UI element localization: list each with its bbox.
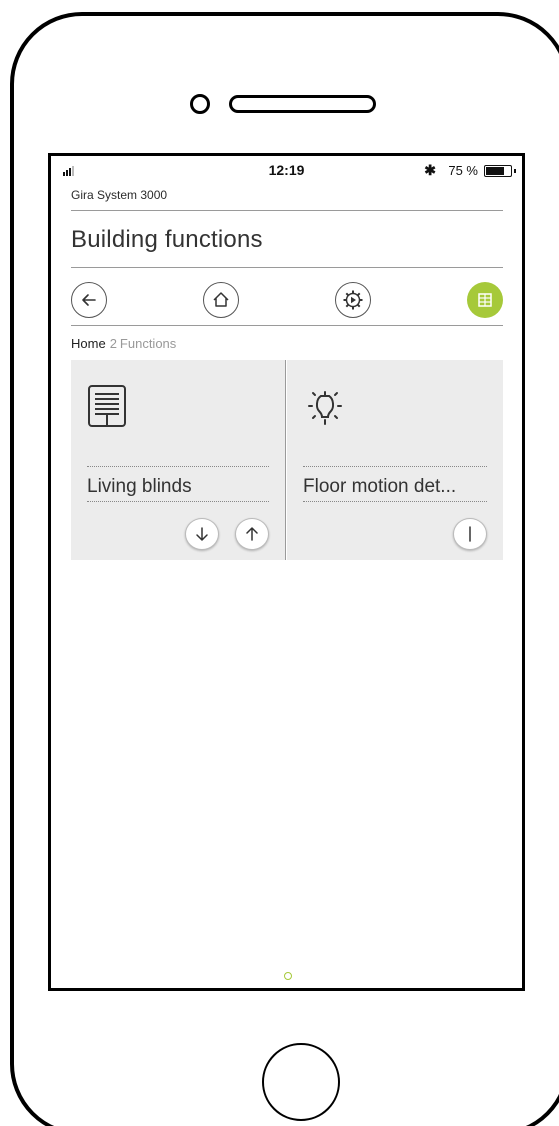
home-button[interactable] xyxy=(203,282,239,318)
functions-grid-button[interactable] xyxy=(467,282,503,318)
breadcrumb-count: 2 xyxy=(109,336,117,351)
tile-divider xyxy=(87,501,269,502)
tile-label: Living blinds xyxy=(87,476,192,497)
bluetooth-icon: ✱ xyxy=(424,162,436,178)
battery-icon xyxy=(484,165,512,177)
light-bulb-icon xyxy=(308,391,342,425)
tile-divider xyxy=(303,466,487,467)
status-bar: 12:19 ✱ 75 % xyxy=(51,156,522,184)
back-arrow-icon xyxy=(82,294,96,306)
arrow-up-icon xyxy=(246,527,258,541)
system-name: Gira System 3000 xyxy=(71,188,168,202)
breadcrumb: Home 2 Functions xyxy=(71,336,176,351)
blinds-icon xyxy=(88,385,126,427)
tile-divider xyxy=(87,466,269,467)
battery-percent: 75 % xyxy=(448,163,478,178)
function-tile-living-blinds[interactable]: Living blinds xyxy=(71,360,285,560)
home-hardware-button[interactable] xyxy=(262,1043,340,1121)
gear-play-icon xyxy=(343,290,363,310)
home-icon xyxy=(213,292,229,307)
breadcrumb-functions: Functions xyxy=(119,336,177,351)
tile-separator xyxy=(285,360,286,560)
title-divider xyxy=(71,267,503,268)
scenes-button[interactable] xyxy=(335,282,371,318)
speaker-grille xyxy=(229,95,376,113)
front-camera xyxy=(190,94,210,114)
arrow-down-icon xyxy=(196,527,208,541)
grid-icon xyxy=(478,293,492,307)
function-tile-floor-motion[interactable]: Floor motion det... xyxy=(287,360,503,560)
back-button[interactable] xyxy=(71,282,107,318)
blinds-up-button[interactable] xyxy=(235,518,269,550)
motion-toggle-button[interactable] xyxy=(453,518,487,550)
toggle-line-icon xyxy=(469,526,471,542)
page-indicator-dot xyxy=(284,972,292,980)
page-title: Building functions xyxy=(71,226,263,253)
tile-label: Floor motion det... xyxy=(303,476,457,497)
tile-divider xyxy=(303,501,487,502)
breadcrumb-home[interactable]: Home xyxy=(71,336,106,351)
blinds-down-button[interactable] xyxy=(185,518,219,550)
nav-divider xyxy=(71,325,503,326)
header-divider xyxy=(71,210,503,211)
app-screen: 12:19 ✱ 75 % Gira System 3000 Building f… xyxy=(48,153,525,991)
battery-tip xyxy=(514,169,516,173)
